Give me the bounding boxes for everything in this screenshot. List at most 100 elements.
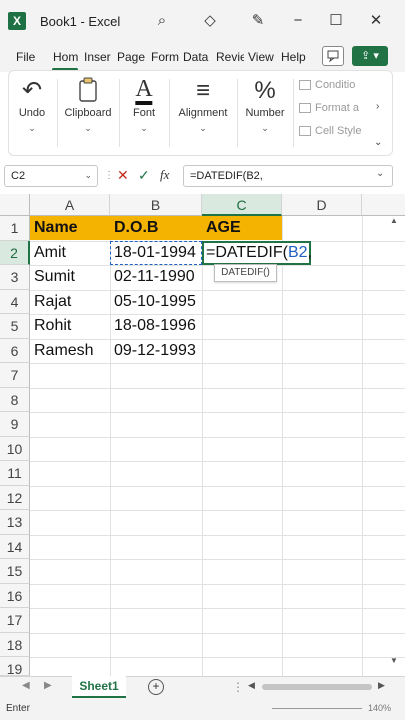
cell-a3[interactable]: Sumit (30, 265, 110, 289)
confirm-entry-icon[interactable]: ✓ (138, 167, 150, 184)
row-header-9[interactable]: 9 (0, 412, 30, 437)
row-header-14[interactable]: 14 (0, 534, 30, 559)
cell-b6[interactable]: 09-12-1993 (110, 339, 202, 363)
gridline (202, 216, 203, 676)
cancel-entry-icon[interactable]: ✕ (117, 167, 129, 184)
column-header-e[interactable] (362, 194, 405, 216)
next-sheet-icon[interactable]: ▶ (44, 680, 52, 691)
active-cell-c2[interactable]: =DATEDIF(B2, (202, 240, 312, 265)
cell-a4[interactable]: Rajat (30, 290, 110, 314)
chevron-down-icon[interactable]: ⌄ (376, 168, 384, 179)
number-group[interactable]: % Number ⌄ (239, 71, 291, 157)
column-header-d[interactable]: D (282, 194, 362, 216)
more-options-icon: ⋮ (104, 170, 114, 181)
row-header-19[interactable]: 19 (0, 657, 30, 676)
insert-function-button[interactable]: fx (160, 167, 169, 183)
add-sheet-button[interactable]: + (148, 679, 164, 695)
row-header-5[interactable]: 5 (0, 314, 30, 339)
row-header-8[interactable]: 8 (0, 387, 30, 412)
maximize-icon[interactable]: ☐ (326, 11, 346, 31)
row-header-17[interactable]: 17 (0, 608, 30, 633)
row-header-2[interactable]: 2 (0, 240, 30, 265)
chevron-down-icon: ⌄ (374, 137, 383, 148)
column-header-a[interactable]: A (30, 194, 110, 216)
tab-view[interactable]: View (248, 50, 276, 64)
cell-b5[interactable]: 18-08-1996 (110, 314, 202, 338)
row-header-11[interactable]: 11 (0, 461, 30, 486)
tab-file[interactable]: File (16, 50, 35, 64)
close-icon[interactable]: ✕ (366, 11, 386, 31)
sheet-tab-bar: ◀ ▶ Sheet1 + ⋮ ◀ ▶ (0, 676, 405, 698)
comments-button[interactable] (322, 46, 344, 66)
tab-page-layout[interactable]: Page (117, 50, 147, 64)
scroll-thumb[interactable] (262, 684, 372, 690)
alignment-label: Alignment (178, 107, 228, 119)
row-header-6[interactable]: 6 (0, 338, 30, 363)
name-box[interactable]: C2 ⌄ (4, 165, 98, 187)
header-cell-name[interactable]: Name (30, 216, 110, 240)
more-options-icon[interactable]: ⋮ (232, 680, 244, 694)
cell-styles-button[interactable]: Cell Style (299, 125, 361, 137)
row-header-1[interactable]: 1 (0, 216, 30, 241)
row-header-18[interactable]: 18 (0, 632, 30, 657)
header-cell-dob[interactable]: D.O.B (110, 216, 202, 240)
alignment-group[interactable]: ≡ Alignment ⌄ (171, 71, 235, 157)
column-header-c[interactable]: C (202, 194, 282, 216)
formula-suffix: , (307, 243, 312, 261)
column-header-b[interactable]: B (110, 194, 202, 216)
conditional-formatting-button[interactable]: Conditio (299, 79, 355, 91)
tab-data[interactable]: Data (183, 50, 211, 64)
prev-sheet-icon[interactable]: ◀ (22, 680, 30, 691)
tab-insert[interactable]: Inser (84, 50, 112, 64)
scroll-up-icon[interactable]: ▲ (390, 216, 398, 225)
zoom-slider[interactable] (272, 708, 362, 709)
window-title: Book1 - Excel (40, 14, 121, 29)
chevron-down-icon: ⌄ (84, 123, 92, 133)
vertical-scrollbar[interactable]: ▲ ▼ (390, 216, 400, 670)
gridline (362, 216, 363, 676)
share-button[interactable]: ⇪ ▾ (352, 46, 388, 66)
cell-b4[interactable]: 05-10-1995 (110, 290, 202, 314)
table-icon (299, 103, 311, 114)
horizontal-scrollbar[interactable]: ◀ ▶ (248, 680, 388, 692)
diamond-icon[interactable]: ◇ (200, 11, 220, 31)
row-header-7[interactable]: 7 (0, 363, 30, 388)
row-header-10[interactable]: 10 (0, 436, 30, 461)
scroll-down-icon[interactable]: ▼ (390, 656, 398, 665)
row-header-13[interactable]: 13 (0, 510, 30, 535)
cell-a2[interactable]: Amit (30, 241, 110, 265)
cell-a6[interactable]: Ramesh (30, 339, 110, 363)
function-tooltip[interactable]: DATEDIF() (214, 264, 277, 282)
tab-review[interactable]: Revie (216, 50, 244, 64)
clipboard-group[interactable]: Clipboard ⌄ (59, 71, 117, 157)
scroll-right-icon[interactable]: ▶ (378, 680, 385, 691)
row-header-15[interactable]: 15 (0, 559, 30, 584)
tab-formulas[interactable]: Form (151, 50, 180, 64)
row-header-4[interactable]: 4 (0, 289, 30, 314)
tab-help[interactable]: Help (281, 50, 309, 64)
cell-a5[interactable]: Rohit (30, 314, 110, 338)
zoom-level[interactable]: 140% (368, 703, 391, 713)
gridline (30, 583, 405, 585)
formula-input[interactable]: =DATEDIF(B2, (183, 165, 393, 187)
font-group[interactable]: A Font ⌄ (121, 71, 167, 157)
pen-icon[interactable]: ✎ (248, 11, 268, 31)
formula-reference: B2 (287, 243, 308, 261)
row-header-3[interactable]: 3 (0, 265, 30, 290)
cell-b3[interactable]: 02-11-1990 (110, 265, 202, 289)
ribbon-panel: ↶ Undo ⌄ Clipboard ⌄ A Font ⌄ ≡ Alignmen… (8, 70, 393, 156)
search-icon[interactable]: ⌕ (152, 11, 172, 31)
select-all-corner[interactable] (0, 194, 30, 216)
ribbon-expand-button[interactable]: › ⌄ (372, 71, 388, 157)
tab-home[interactable]: Hom (53, 50, 81, 64)
worksheet-grid[interactable]: A B C D 1 2 3 4 5 6 7 8 9 10 11 12 13 14… (0, 194, 405, 676)
undo-group[interactable]: ↶ Undo ⌄ (9, 71, 55, 157)
header-cell-age[interactable]: AGE (202, 216, 282, 240)
format-as-table-button[interactable]: Format a (299, 102, 359, 114)
row-header-12[interactable]: 12 (0, 485, 30, 510)
scroll-left-icon[interactable]: ◀ (248, 680, 255, 691)
format-as-table-label: Format a (315, 102, 360, 114)
sheet-tab-sheet1[interactable]: Sheet1 (72, 676, 126, 698)
row-header-16[interactable]: 16 (0, 583, 30, 608)
minimize-icon[interactable]: − (288, 11, 308, 31)
